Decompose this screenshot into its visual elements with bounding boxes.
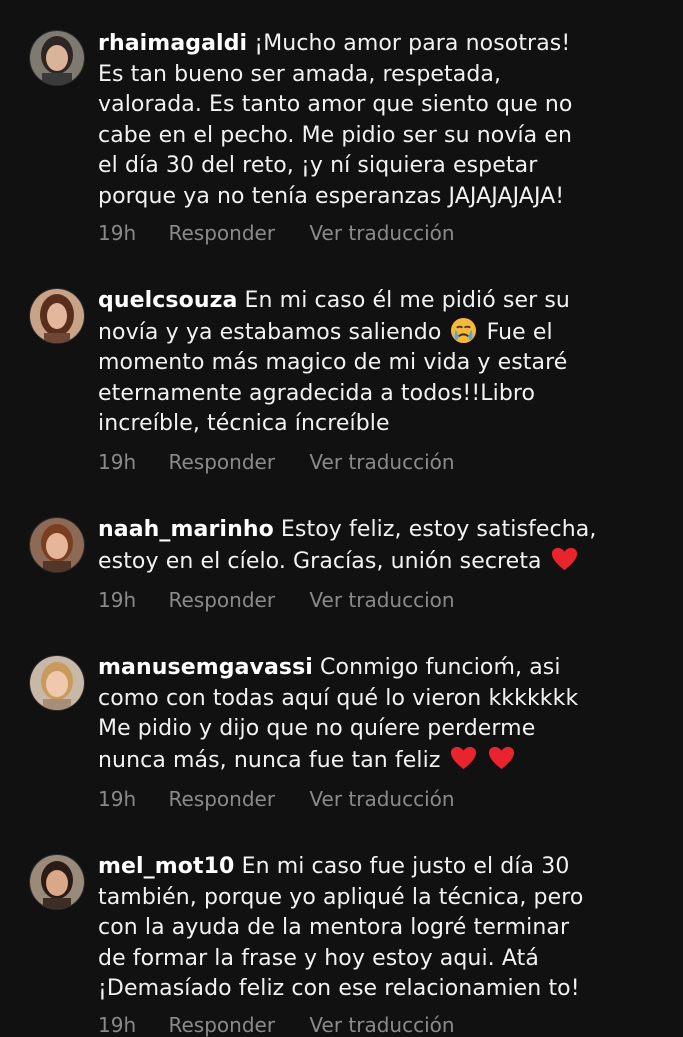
timestamp: 19h: [98, 1013, 137, 1037]
timestamp: 19h: [98, 221, 137, 245]
comment-line: Fue el: [486, 319, 553, 345]
comment-text: mel_mot10 En mi caso fue justo el día 30…: [98, 852, 658, 1005]
translate-button[interactable]: Ver traducción: [309, 787, 454, 811]
username[interactable]: rhaimagaldi: [98, 31, 247, 56]
username[interactable]: manusemgavassi: [98, 655, 313, 680]
translate-button[interactable]: Ver traduccion: [309, 588, 454, 612]
avatar-image: [30, 855, 84, 909]
comment-line: En mi caso él me pidió ser su: [244, 288, 570, 313]
comment-text: rhaimagaldi ¡Mucho amor para nosotras! E…: [98, 29, 658, 212]
comment-line: momento más magico de mi vida y estaré: [98, 350, 568, 375]
reply-button[interactable]: Responder: [168, 450, 275, 474]
comment-line: nunca más, nunca fue tan feliz: [98, 747, 441, 773]
comment-text: manusemgavassi Conmigo funcioḿ, asi como…: [98, 653, 658, 776]
comment-actions: 19h Responder Ver traducción: [98, 450, 455, 474]
timestamp: 19h: [98, 787, 137, 811]
timestamp: 19h: [98, 450, 137, 474]
comment-actions: 19h Responder Ver traducción: [98, 221, 455, 245]
avatar[interactable]: [29, 30, 85, 86]
comment-line: novía y ya estabamos saliendo: [98, 319, 442, 345]
red-heart-icon: [488, 745, 515, 772]
comment-line: Conmigo funcioḿ, asi: [320, 655, 561, 680]
comment-line: como con todas aquí qué lo vieron kkkkkk…: [98, 685, 579, 711]
comment-line: también, porque yo apliqué la técnica, p…: [98, 884, 584, 910]
translate-button[interactable]: Ver traducción: [309, 221, 454, 245]
red-heart-icon: [551, 546, 578, 573]
timestamp: 19h: [98, 588, 137, 612]
comment-line: el día 30 del reto, ¡y ní siquiera espet…: [98, 153, 538, 178]
comment-line: En mi caso fue justo el día 30: [241, 854, 570, 879]
avatar-image: [30, 31, 84, 85]
avatar[interactable]: [29, 517, 85, 573]
comment-text: naah_marinho Estoy feliz, estoy satisfec…: [98, 515, 658, 577]
red-heart-icon: [450, 745, 477, 772]
comment-actions: 19h Responder Ver traducción: [98, 1013, 455, 1037]
translate-button[interactable]: Ver traducción: [309, 1013, 454, 1037]
crying-face-icon: [450, 317, 477, 344]
reply-button[interactable]: Responder: [168, 588, 275, 612]
avatar[interactable]: [29, 655, 85, 711]
comment-actions: 19h Responder Ver traducción: [98, 787, 455, 811]
username[interactable]: mel_mot10: [98, 854, 234, 879]
username[interactable]: naah_marinho: [98, 517, 274, 542]
reply-button[interactable]: Responder: [168, 787, 275, 811]
comment-line: ¡Mucho amor para nosotras!: [254, 31, 571, 56]
comment-line: estoy en el cíelo. Gracías, unión secret…: [98, 548, 542, 574]
comment-line: de formar la frase y hoy estoy aqui. Atá: [98, 945, 539, 971]
translate-button[interactable]: Ver traducción: [309, 450, 454, 474]
comment-line: con la ayuda de la mentora logré termina…: [98, 915, 570, 940]
comment-text: quelcsouza En mi caso él me pidió ser su…: [98, 286, 658, 440]
comment-line: Es tan bueno ser amada, respetada,: [98, 61, 502, 87]
avatar[interactable]: [29, 288, 85, 344]
comment-line: valorada. Es tanto amor que siento que n…: [98, 92, 573, 117]
reply-button[interactable]: Responder: [168, 1013, 275, 1037]
comment-actions: 19h Responder Ver traduccion: [98, 588, 455, 612]
avatar-image: [30, 289, 84, 343]
username[interactable]: quelcsouza: [98, 288, 237, 313]
comment-line: cabe en el pecho. Me pidio ser su novía …: [98, 122, 573, 148]
reply-button[interactable]: Responder: [168, 221, 275, 245]
avatar-image: [30, 518, 84, 572]
comment-line: Me pidio y dijo que no quíere perderme: [98, 716, 536, 741]
comment-line: ¡Demasíado feliz con ese relacionamien t…: [98, 976, 580, 1001]
comment-line: Estoy feliz, estoy satisfecha,: [280, 517, 597, 542]
comment-line: eternamente agradecida a todos!!Libro: [98, 380, 536, 406]
comment-line: porque ya no tenía esperanzas JAJAJAJAJA…: [98, 183, 565, 209]
comment-line: increíble, técnica íncreíble: [98, 411, 390, 436]
avatar[interactable]: [29, 854, 85, 910]
avatar-image: [30, 656, 84, 710]
